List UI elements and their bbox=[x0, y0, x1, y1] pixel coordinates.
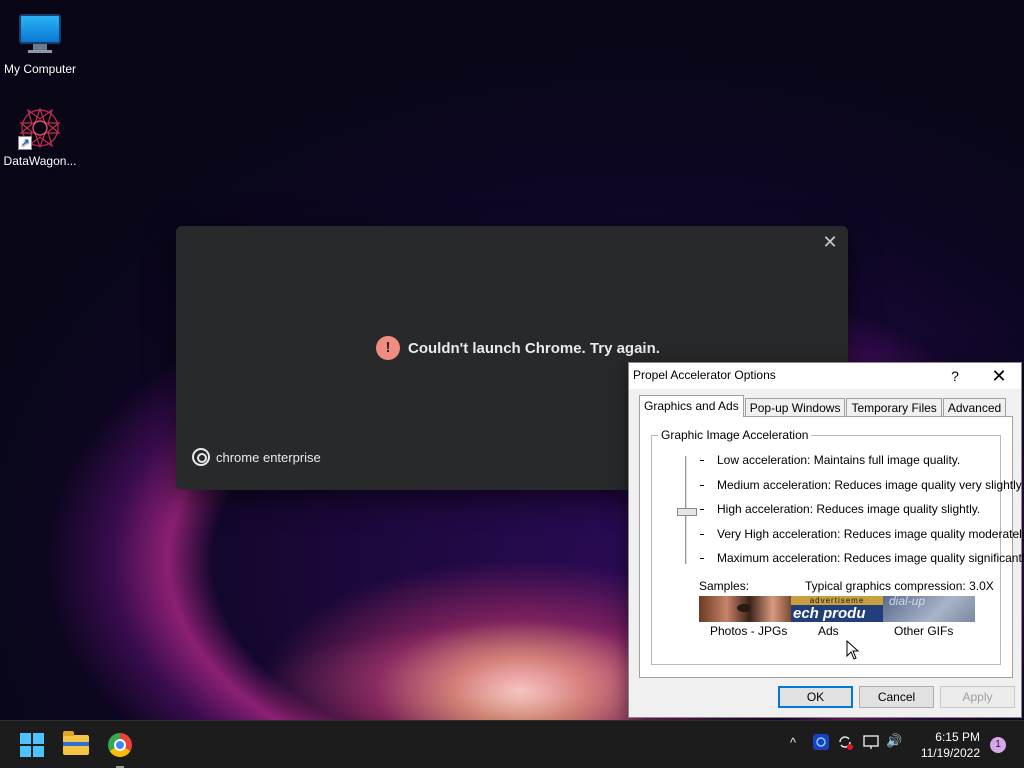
chrome-logo-icon bbox=[192, 448, 210, 466]
close-icon[interactable]: ✕ bbox=[820, 232, 840, 252]
tab-temporary-files[interactable]: Temporary Files bbox=[846, 398, 942, 417]
shortcut-arrow-icon: ↗ bbox=[18, 136, 32, 150]
cancel-button[interactable]: Cancel bbox=[859, 686, 934, 708]
datawagon-icon: ↗ bbox=[18, 106, 62, 150]
apply-button[interactable]: Apply bbox=[940, 686, 1015, 708]
level-low: Low acceleration: Maintains full image q… bbox=[717, 453, 961, 467]
tray-overflow-chevron[interactable]: ^ bbox=[790, 735, 796, 750]
level-very-high: Very High acceleration: Reduces image qu… bbox=[717, 527, 1024, 541]
chrome-enterprise-brand: chrome enterprise bbox=[192, 448, 321, 466]
mouse-cursor-icon bbox=[846, 640, 860, 660]
level-maximum: Maximum acceleration: Reduces image qual… bbox=[717, 551, 1024, 565]
sample-gif-image: dial-up bbox=[883, 596, 975, 622]
ok-button[interactable]: OK bbox=[778, 686, 853, 708]
sample-ads-big-text: ech produ bbox=[793, 605, 866, 622]
samples-label: Samples: bbox=[699, 579, 750, 593]
slider-tick bbox=[700, 485, 704, 486]
file-explorer-button[interactable] bbox=[60, 729, 92, 761]
tab-graphics-and-ads[interactable]: Graphics and Ads bbox=[639, 395, 744, 417]
error-message: ! Couldn't launch Chrome. Try again. bbox=[376, 336, 660, 360]
tab-advanced[interactable]: Advanced bbox=[942, 398, 1007, 417]
acceleration-groupbox: Graphic Image Acceleration Low accelerat… bbox=[651, 428, 1024, 665]
tab-strip: Graphics and Ads Pop-up Windows Temporar… bbox=[639, 395, 1007, 417]
volume-icon[interactable]: 🔊 bbox=[886, 733, 902, 749]
propel-options-dialog: Propel Accelerator Options ? ✕ Graphics … bbox=[628, 362, 1024, 718]
samples-strip: advertiseme ech produ dial-up bbox=[699, 596, 975, 622]
folder-icon bbox=[63, 731, 89, 755]
clock-date: 11/19/2022 bbox=[920, 746, 980, 760]
title-bar[interactable]: Propel Accelerator Options ? ✕ bbox=[629, 363, 1021, 389]
taskbar: ^ 🔊 6:15 PM 11/19/2022 1 bbox=[0, 720, 1024, 768]
sample-gif-text: dial-up bbox=[889, 596, 926, 608]
clock-time: 6:15 PM bbox=[935, 730, 980, 744]
notification-badge[interactable]: 1 bbox=[990, 737, 1006, 753]
system-clock[interactable]: 6:15 PM 11/19/2022 bbox=[921, 729, 980, 761]
compression-label: Typical graphics compression: 3.0X bbox=[805, 579, 994, 593]
caption-photos: Photos - JPGs bbox=[710, 624, 788, 638]
network-icon[interactable] bbox=[862, 733, 880, 754]
desktop-icon-label: DataWagon... bbox=[3, 154, 77, 168]
caption-gifs: Other GIFs bbox=[894, 624, 954, 638]
close-button[interactable]: ✕ bbox=[977, 363, 1021, 389]
sample-ads-top-text: advertiseme bbox=[791, 596, 883, 605]
start-button[interactable] bbox=[16, 729, 48, 761]
slider-tick bbox=[700, 558, 704, 559]
network-app-icon[interactable] bbox=[812, 733, 830, 754]
level-high: High acceleration: Reduces image quality… bbox=[717, 502, 981, 516]
brand-text: chrome enterprise bbox=[216, 449, 321, 465]
tab-panel: Graphic Image Acceleration Low accelerat… bbox=[639, 416, 1024, 678]
windows-logo-icon bbox=[16, 729, 48, 761]
slider-tick bbox=[700, 509, 704, 510]
error-icon: ! bbox=[376, 336, 400, 360]
chrome-taskbar-button[interactable] bbox=[104, 729, 136, 761]
sync-icon[interactable] bbox=[836, 733, 854, 754]
tab-popup-windows[interactable]: Pop-up Windows bbox=[744, 398, 846, 417]
slider-tick bbox=[700, 460, 704, 461]
chrome-icon bbox=[108, 733, 132, 757]
group-title: Graphic Image Acceleration bbox=[658, 428, 812, 442]
help-button[interactable]: ? bbox=[933, 363, 977, 389]
caption-ads: Ads bbox=[818, 624, 839, 638]
dialog-title: Propel Accelerator Options bbox=[633, 368, 776, 382]
acceleration-slider-thumb[interactable] bbox=[677, 508, 697, 516]
level-medium: Medium acceleration: Reduces image quali… bbox=[717, 478, 1024, 492]
desktop-icon-my-computer[interactable]: My Computer bbox=[0, 10, 80, 76]
sample-ads-image: advertiseme ech produ bbox=[791, 596, 883, 622]
sample-photo-image bbox=[699, 596, 791, 622]
monitor-icon bbox=[18, 14, 62, 58]
error-text: Couldn't launch Chrome. Try again. bbox=[408, 339, 660, 357]
slider-tick bbox=[700, 534, 704, 535]
desktop-icon-datawagon[interactable]: ↗ DataWagon... bbox=[0, 106, 80, 168]
desktop-icon-label: My Computer bbox=[3, 62, 77, 76]
